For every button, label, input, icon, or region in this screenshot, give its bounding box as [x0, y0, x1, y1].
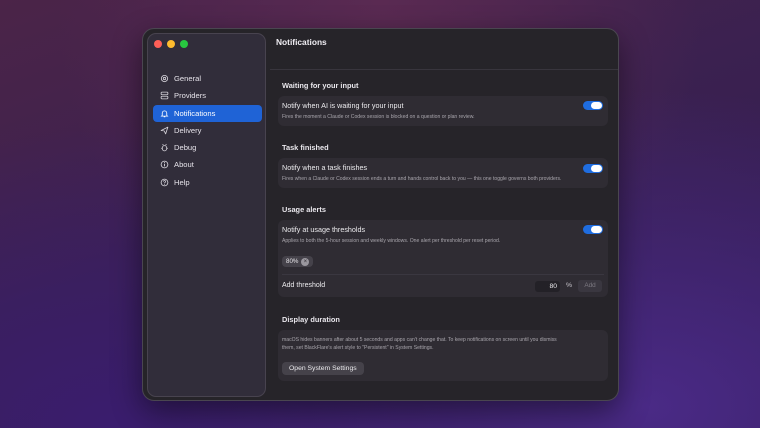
close-window-button[interactable]	[154, 40, 162, 48]
sidebar-nav: General Providers Notifications Delivery	[153, 70, 262, 191]
main-panel: Notifications Waiting for your input Not…	[270, 29, 618, 400]
waiting-toggle[interactable]	[583, 101, 603, 110]
info-icon	[160, 160, 169, 169]
display-description-line1: macOS hides banners after about 5 second…	[282, 337, 557, 343]
gear-icon	[160, 74, 169, 83]
section-heading-usage: Usage alerts	[282, 205, 326, 214]
task-card: Notify when a task finishes Fires when a…	[278, 158, 608, 188]
display-description-line2: them, set BlackFlare's alert style to "P…	[282, 345, 434, 351]
usage-toggle[interactable]	[583, 225, 603, 234]
display-card: macOS hides banners after about 5 second…	[278, 330, 608, 381]
task-toggle-label: Notify when a task finishes	[282, 163, 368, 172]
waiting-card: Notify when AI is waiting for your input…	[278, 96, 608, 126]
sidebar-item-label: General	[174, 74, 202, 83]
add-threshold-button[interactable]: Add	[578, 280, 602, 292]
sidebar: General Providers Notifications Delivery	[147, 33, 266, 397]
sidebar-item-label: Help	[174, 177, 190, 187]
usage-toggle-label: Notify at usage thresholds	[282, 225, 366, 234]
task-toggle[interactable]	[583, 164, 603, 173]
zoom-window-button[interactable]	[180, 40, 188, 48]
add-threshold-label: Add threshold	[282, 282, 326, 289]
sidebar-item-delivery[interactable]: Delivery	[153, 122, 262, 139]
waiting-toggle-description: Fires the moment a Claude or Codex sessi…	[282, 114, 475, 120]
sidebar-item-debug[interactable]: Debug	[153, 139, 262, 156]
header-divider	[270, 69, 618, 70]
sidebar-item-label: Debug	[174, 143, 197, 153]
remove-threshold-button[interactable]: ×	[301, 257, 310, 266]
sidebar-item-notifications[interactable]: Notifications	[153, 104, 262, 122]
sidebar-item-about[interactable]: About	[153, 156, 262, 173]
sidebar-item-providers[interactable]: Providers	[153, 87, 262, 104]
threshold-input[interactable]: 80	[535, 281, 560, 292]
minimize-window-button[interactable]	[167, 40, 175, 48]
paper-plane-icon	[160, 126, 169, 135]
section-heading-waiting: Waiting for your input	[282, 81, 359, 90]
threshold-chip: 80% ×	[282, 256, 314, 267]
task-toggle-description: Fires when a Claude or Codex session end…	[282, 176, 562, 182]
usage-toggle-description: Applies to both the 5-hour session and w…	[282, 238, 501, 244]
window-controls	[154, 40, 188, 48]
sidebar-item-help[interactable]: Help	[153, 174, 262, 191]
sidebar-item-label: Providers	[174, 91, 207, 101]
section-heading-display: Display duration	[282, 315, 340, 324]
bell-icon	[160, 109, 169, 118]
sidebar-item-label: About	[174, 160, 194, 170]
threshold-unit: %	[566, 282, 573, 289]
usage-card: Notify at usage thresholds Applies to bo…	[278, 220, 608, 297]
sidebar-item-label: Notifications	[174, 108, 216, 118]
waiting-toggle-label: Notify when AI is waiting for your input	[282, 101, 404, 110]
bug-icon	[160, 143, 169, 152]
usage-divider	[282, 274, 604, 275]
threshold-chip-label: 80%	[286, 258, 299, 265]
section-heading-task: Task finished	[282, 143, 329, 152]
page-title: Notifications	[276, 37, 327, 47]
sidebar-item-label: Delivery	[174, 125, 202, 135]
sidebar-item-general[interactable]: General	[153, 70, 262, 87]
help-icon	[160, 178, 169, 187]
settings-window: General Providers Notifications Delivery	[142, 28, 619, 401]
open-system-settings-button[interactable]: Open System Settings	[282, 362, 364, 375]
providers-icon	[160, 91, 169, 100]
